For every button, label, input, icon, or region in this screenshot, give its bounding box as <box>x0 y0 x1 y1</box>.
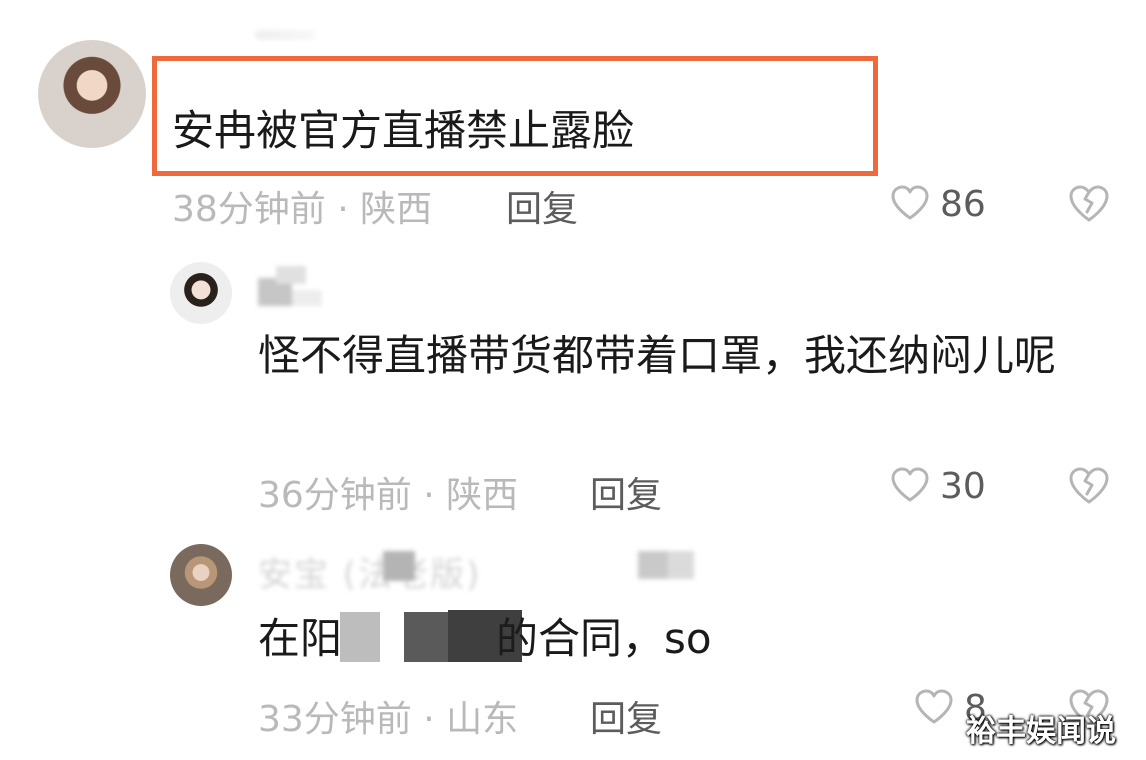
avatar[interactable] <box>170 544 232 606</box>
comment-meta: 38分钟前 · 陕西 <box>172 189 433 230</box>
reply-button[interactable]: 回复 <box>590 466 662 518</box>
comment-text-start: 在阳 <box>258 614 343 663</box>
avatar[interactable] <box>38 40 146 148</box>
comment-meta: 36分钟前 · 陕西 <box>258 475 519 516</box>
redaction-block <box>448 610 522 662</box>
avatar[interactable] <box>170 262 232 324</box>
reply-button[interactable]: 回复 <box>590 690 662 742</box>
redaction-block <box>340 612 380 662</box>
highlight-box <box>152 56 878 176</box>
username-redacted <box>255 30 315 40</box>
heart-outline-icon <box>890 467 930 507</box>
watermark: 裕丰娱闻说 <box>966 714 1116 749</box>
like-button[interactable]: 30 <box>890 466 986 507</box>
broken-heart-icon <box>1068 467 1110 510</box>
like-count: 86 <box>940 184 986 225</box>
redaction-block <box>404 612 448 662</box>
username-partial: 安宝 (法老版) <box>258 555 482 595</box>
heart-outline-icon <box>890 185 930 225</box>
like-button[interactable]: 86 <box>890 184 986 225</box>
reply-button[interactable]: 回复 <box>506 180 578 232</box>
comment-text: 怪不得直播带货都带着口罩，我还纳闷儿呢 <box>258 331 1057 380</box>
dislike-button[interactable] <box>1068 184 1110 226</box>
heart-outline-icon <box>914 689 954 729</box>
like-count: 30 <box>940 466 986 507</box>
username-redacted: 安宝 (法老版) <box>258 545 718 595</box>
comment-text: 在阳 的合同，so <box>258 610 712 668</box>
dislike-button[interactable] <box>1068 466 1110 508</box>
broken-heart-icon <box>1068 185 1110 228</box>
comment-meta: 33分钟前 · 山东 <box>258 699 519 740</box>
username-redacted <box>258 266 328 316</box>
comment-text-end: 的合同，so <box>496 614 712 663</box>
